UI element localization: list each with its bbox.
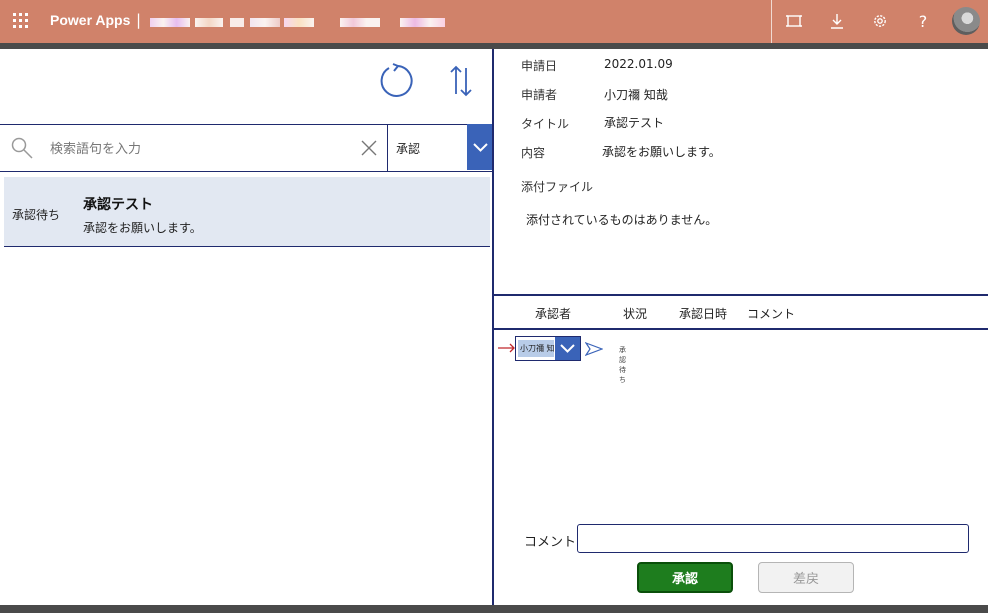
panel-divider xyxy=(492,49,494,605)
approver-dropdown-value: 小刀禰 知哉 xyxy=(518,340,554,357)
reject-button[interactable]: 差戻 xyxy=(758,562,854,593)
chevron-down-icon xyxy=(473,143,488,152)
settings-gear-icon[interactable] xyxy=(871,12,889,30)
list-item-body: 承認をお願いします。 xyxy=(83,221,202,235)
current-step-arrow-icon xyxy=(498,343,515,353)
comment-input[interactable] xyxy=(577,524,969,553)
user-avatar[interactable] xyxy=(952,7,980,35)
brand-separator: | xyxy=(136,11,142,29)
help-icon[interactable]: ? xyxy=(914,12,932,30)
col-header-approver: 承認者 xyxy=(535,307,572,321)
app-brand[interactable]: Power Apps xyxy=(50,12,130,28)
header-bottom-strip xyxy=(0,43,988,49)
approval-row-status: 承認待ち xyxy=(619,346,626,384)
attachments-empty-message: 添付されているものはありません。 xyxy=(526,213,718,227)
list-item-title: 承認テスト xyxy=(83,197,153,213)
attachments-label: 添付ファイル xyxy=(521,180,594,194)
approval-table-header-border xyxy=(494,328,988,330)
download-icon[interactable] xyxy=(828,12,846,30)
refresh-icon[interactable] xyxy=(378,63,414,99)
fit-screen-icon[interactable] xyxy=(785,12,803,30)
approver-dropdown[interactable]: 小刀禰 知哉 xyxy=(515,336,581,361)
footer-strip xyxy=(0,605,988,613)
chevron-down-icon xyxy=(560,344,575,353)
request-list-item[interactable]: 承認待ち 承認テスト 承認をお願いします。 xyxy=(4,177,490,247)
col-header-status: 状況 xyxy=(623,307,648,321)
col-header-comment: コメント xyxy=(747,307,796,321)
top-header: Power Apps | ? xyxy=(0,0,988,43)
header-divider xyxy=(771,0,772,43)
sort-icon[interactable] xyxy=(448,64,474,98)
search-bar: 承認 xyxy=(0,124,494,172)
app-launcher-icon[interactable] xyxy=(13,13,29,29)
svg-text:?: ? xyxy=(919,12,928,30)
approve-button[interactable]: 承認 xyxy=(637,562,733,593)
comment-label: コメント xyxy=(524,535,577,550)
list-item-status: 承認待ち xyxy=(12,208,61,222)
content-label: 内容 xyxy=(521,146,546,160)
content-value: 承認をお願いします。 xyxy=(602,145,721,159)
title-label: タイトル xyxy=(521,117,570,131)
approver-dropdown-button[interactable] xyxy=(555,337,580,360)
col-header-approval-date: 承認日時 xyxy=(679,307,728,321)
clear-search-icon[interactable] xyxy=(360,139,378,157)
applicant-value: 小刀禰 知哉 xyxy=(604,88,668,102)
send-icon[interactable] xyxy=(585,342,603,356)
title-value: 承認テスト xyxy=(604,116,665,130)
status-filter-dropdown[interactable]: 承認 xyxy=(387,124,494,172)
applicant-label: 申請者 xyxy=(521,88,558,102)
search-input[interactable] xyxy=(50,138,350,160)
approval-table-top-border xyxy=(494,294,988,296)
filter-dropdown-button[interactable] xyxy=(467,124,494,170)
status-filter-value: 承認 xyxy=(396,142,421,156)
search-icon xyxy=(11,137,33,159)
apply-date-label: 申請日 xyxy=(521,59,558,73)
apply-date-value: 2022.01.09 xyxy=(604,57,673,71)
